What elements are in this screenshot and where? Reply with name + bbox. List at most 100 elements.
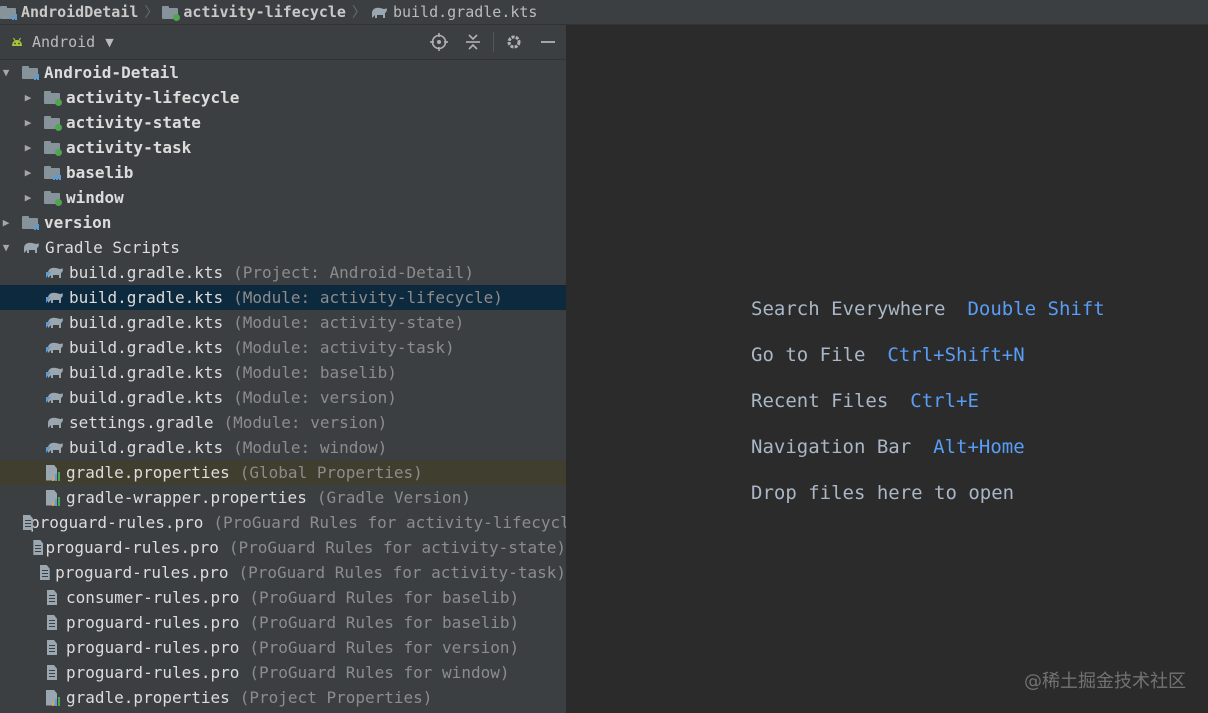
tree-row[interactable]: build.gradle.kts (Project: Android-Detail…	[0, 260, 566, 285]
tree-row[interactable]: ▶ activity-task	[0, 135, 566, 160]
tree-row[interactable]: consumer-rules.pro (ProGuard Rules for ba…	[0, 585, 566, 610]
tip-shortcut: Double Shift	[967, 298, 1105, 320]
chevron-right-icon: 〉	[351, 5, 366, 21]
gradle-kotlin-script-icon	[46, 441, 64, 454]
gradle-kotlin-script-icon	[46, 291, 64, 304]
tree-row[interactable]: ▶ version	[0, 210, 566, 235]
tree-item-name: proguard-rules.pro	[66, 663, 240, 682]
expand-right-icon[interactable]: ▶	[0, 216, 12, 229]
tree-row[interactable]: proguard-rules.pro (ProGuard Rules for ac…	[0, 560, 566, 585]
expand-down-icon[interactable]: ▼	[0, 66, 12, 79]
locate-icon[interactable]	[429, 32, 449, 52]
tree-item-hint: (Project Properties)	[239, 688, 433, 707]
gradle-elephant-icon	[46, 416, 64, 429]
expand-right-icon[interactable]: ▶	[22, 116, 34, 129]
app-module-folder-icon	[44, 91, 62, 106]
tip-drop-files: Drop files here to open	[751, 482, 1014, 504]
text-file-icon	[46, 665, 58, 680]
project-panel-header: Android ▼	[0, 25, 566, 60]
tree-row[interactable]: gradle-wrapper.properties (Gradle Version…	[0, 485, 566, 510]
project-panel: Android ▼ ▼ Android-Detail ▶ activity-lifec…	[0, 25, 567, 713]
gradle-kotlin-script-icon	[46, 266, 64, 279]
tree-item-name: build.gradle.kts	[69, 288, 224, 307]
tree-row[interactable]: ▶ activity-state	[0, 110, 566, 135]
tree-row[interactable]: build.gradle.kts (Module: baselib)	[0, 360, 566, 385]
expand-down-icon[interactable]: ▼	[0, 241, 12, 254]
tree-item-name: proguard-rules.pro	[66, 638, 240, 657]
text-file-icon	[46, 590, 58, 605]
tree-row[interactable]: proguard-rules.pro (ProGuard Rules for ac…	[0, 535, 566, 560]
tip-action: Go to File	[751, 344, 866, 366]
tree-row[interactable]: gradle.properties (Project Properties)	[0, 685, 566, 710]
text-file-icon	[32, 540, 42, 555]
breadcrumb-item-module[interactable]: activity-lifecycle	[162, 3, 346, 21]
breadcrumb-item-file[interactable]: build.gradle.kts	[370, 3, 537, 21]
tree-item-name: proguard-rules.pro	[55, 563, 229, 582]
tree-row[interactable]: ▼ Gradle Scripts	[0, 235, 566, 260]
tree-row[interactable]: settings.gradle (Module: version)	[0, 410, 566, 435]
project-view-selector[interactable]: Android	[32, 33, 95, 51]
tip-action: Navigation Bar	[751, 436, 912, 458]
tree-item-name: build.gradle.kts	[69, 363, 224, 382]
tree-row[interactable]: build.gradle.kts (Module: window)	[0, 435, 566, 460]
tip-action: Drop files here to open	[751, 482, 1015, 504]
tree-item-name: gradle.properties	[66, 463, 230, 482]
expand-right-icon[interactable]: ▶	[22, 191, 34, 204]
editor-empty-area[interactable]: Search Everywhere Double Shift Go to File…	[567, 25, 1208, 713]
properties-file-icon	[46, 689, 60, 706]
hide-icon[interactable]	[538, 32, 558, 52]
text-file-icon	[39, 565, 49, 580]
tree-row[interactable]: gradle.properties (Global Properties)	[0, 460, 566, 485]
android-icon	[12, 37, 22, 46]
tree-row[interactable]: build.gradle.kts (Module: version)	[0, 385, 566, 410]
tree-row[interactable]: ▶ baselib	[0, 160, 566, 185]
tree-row[interactable]: proguard-rules.pro (ProGuard Rules for ba…	[0, 610, 566, 635]
tree-row[interactable]: proguard-rules.pro (ProGuard Rules for wi…	[0, 660, 566, 685]
watermark: @稀土掘金技术社区	[1024, 671, 1186, 692]
app-module-folder-icon	[44, 141, 62, 156]
tree-row[interactable]: proguard-rules.pro (ProGuard Rules for ve…	[0, 635, 566, 660]
tree-item-hint: (ProGuard Rules for activity-task)	[238, 563, 566, 582]
tree-item-hint: (Module: activity-task)	[233, 338, 455, 357]
expand-right-icon[interactable]: ▶	[22, 141, 34, 154]
tip-search-everywhere: Search Everywhere Double Shift	[751, 298, 1105, 320]
tree-item-hint: (ProGuard Rules for window)	[249, 663, 510, 682]
tip-navigation-bar: Navigation Bar Alt+Home	[751, 436, 1025, 458]
tree-item-name: gradle.properties	[66, 688, 230, 707]
tree-item-name: Gradle Scripts	[45, 238, 180, 257]
tree-item-name: build.gradle.kts	[69, 263, 224, 282]
tree-item-name: activity-lifecycle	[66, 88, 240, 107]
breadcrumb-item-root[interactable]: AndroidDetail	[0, 3, 138, 21]
expand-right-icon[interactable]: ▶	[22, 91, 34, 104]
tree-row[interactable]: proguard-rules.pro (ProGuard Rules for ac…	[0, 510, 566, 535]
tree-row[interactable]: ▶ activity-lifecycle	[0, 85, 566, 110]
gear-icon[interactable]	[504, 32, 524, 52]
tree-row[interactable]: ▼ Android-Detail	[0, 60, 566, 85]
collapse-all-icon[interactable]	[463, 32, 483, 52]
tree-row[interactable]: build.gradle.kts (Module: activity-state)	[0, 310, 566, 335]
project-tree: ▼ Android-Detail ▶ activity-lifecycle ▶ activ…	[0, 60, 566, 710]
text-file-icon	[46, 640, 58, 655]
chevron-down-icon[interactable]: ▼	[105, 36, 113, 49]
tip-shortcut: Ctrl+Shift+N	[887, 344, 1025, 366]
properties-file-icon	[46, 489, 60, 506]
tree-item-name: consumer-rules.pro	[66, 588, 240, 607]
breadcrumb-label: activity-lifecycle	[183, 3, 346, 21]
tree-item-name: proguard-rules.pro	[30, 513, 204, 532]
tree-row[interactable]: ▶ window	[0, 185, 566, 210]
tip-shortcut: Ctrl+E	[910, 390, 979, 412]
expand-right-icon[interactable]: ▶	[22, 166, 34, 179]
tree-row[interactable]: build.gradle.kts (Module: activity-task)	[0, 335, 566, 360]
tree-row[interactable]: build.gradle.kts (Module: activity-lifecy…	[0, 285, 566, 310]
tree-item-name: build.gradle.kts	[69, 313, 224, 332]
tree-item-hint: (Module: window)	[233, 438, 388, 457]
tree-item-name: settings.gradle	[69, 413, 214, 432]
tree-item-name: build.gradle.kts	[69, 438, 224, 457]
module-folder-icon	[162, 5, 181, 21]
breadcrumb: AndroidDetail 〉 activity-lifecycle 〉 bui…	[0, 0, 1208, 25]
app-module-folder-icon	[44, 116, 62, 131]
tree-item-name: gradle-wrapper.properties	[66, 488, 307, 507]
tree-item-name: version	[44, 213, 112, 232]
tree-item-hint: (Gradle Version)	[316, 488, 471, 507]
tip-shortcut: Alt+Home	[933, 436, 1025, 458]
